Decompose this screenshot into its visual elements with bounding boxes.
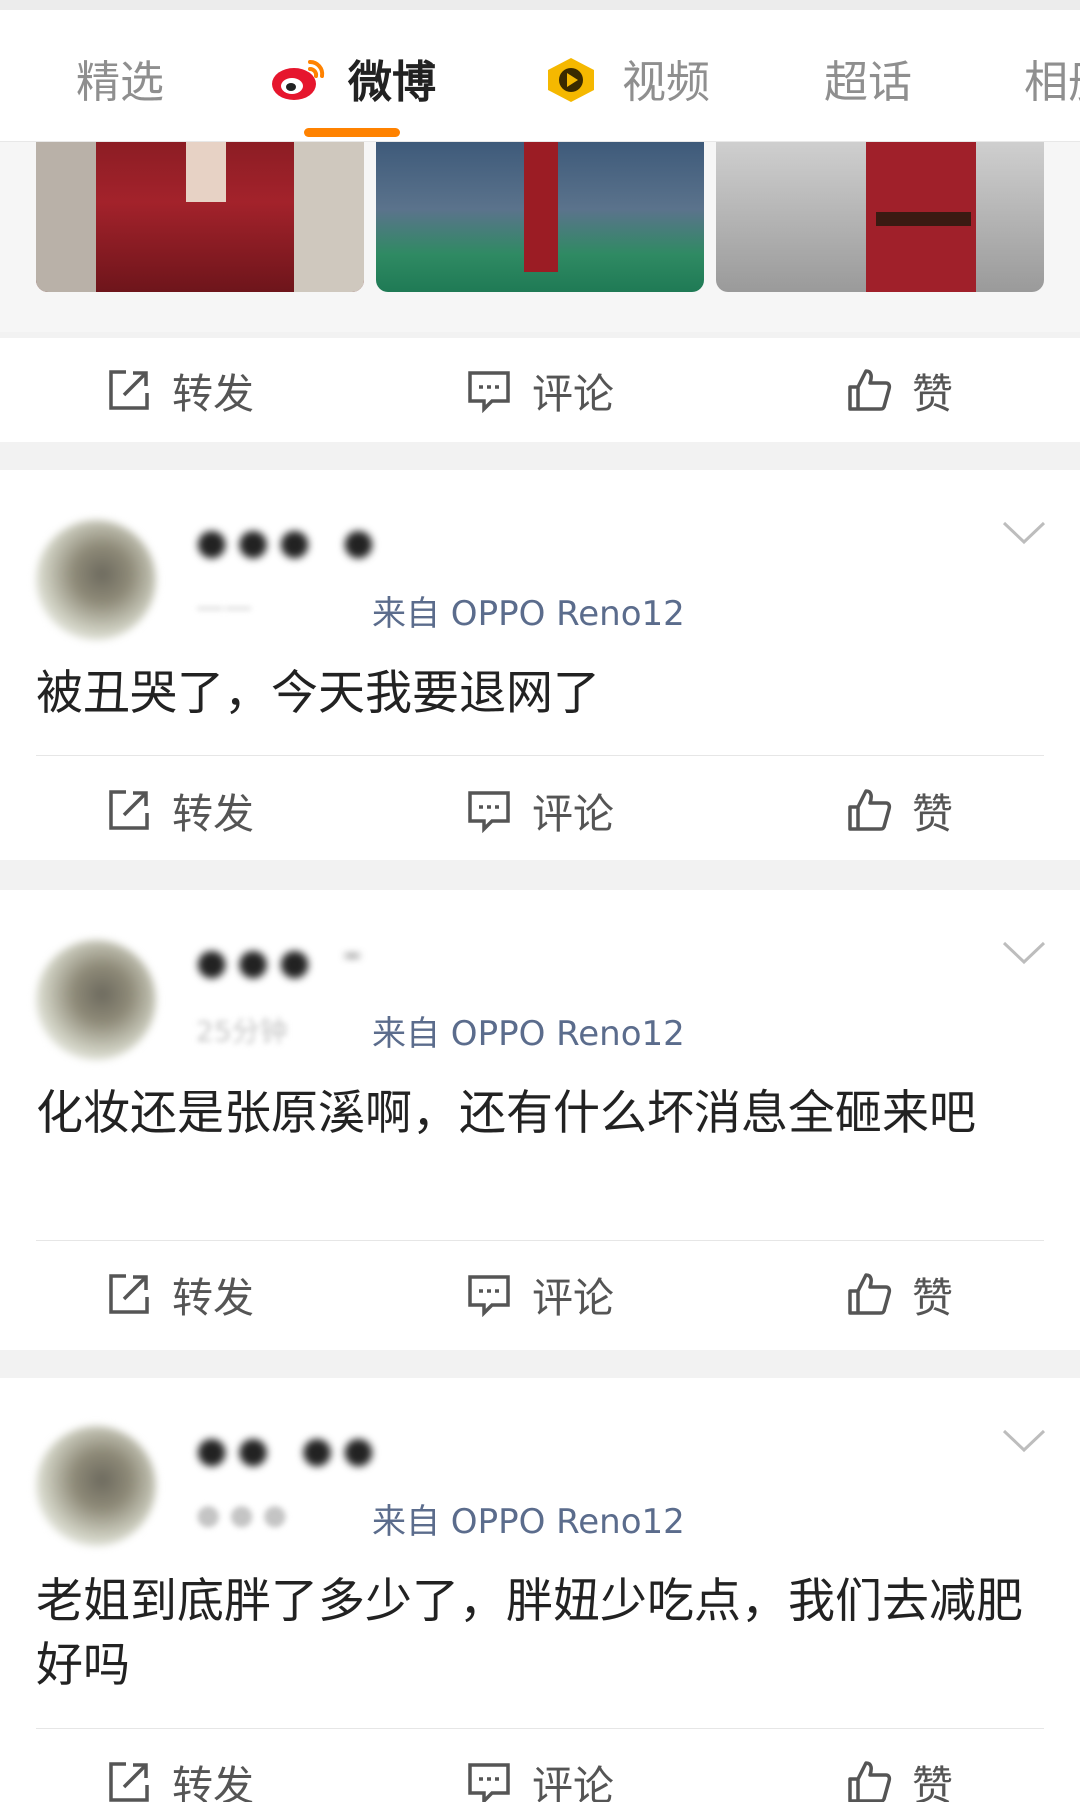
post-text: 老姐到底胖了多少了，胖妞少吃点，我们去减肥好吗 xyxy=(36,1574,1023,1693)
post-action-bar: 转发 评论 赞 xyxy=(0,1730,1080,1802)
post-text: 化妆还是张原溪啊，还有什么坏消息全砸来吧 xyxy=(36,1086,976,1141)
avatar[interactable] xyxy=(36,520,156,640)
user-name[interactable]: ●●● ● xyxy=(196,522,384,563)
tab-featured[interactable]: 精选 xyxy=(76,46,164,110)
weibo-logo-icon xyxy=(272,59,325,100)
comment-label: 评论 xyxy=(532,370,614,418)
divider xyxy=(36,1728,1044,1729)
like-button[interactable]: 赞 xyxy=(846,782,953,838)
like-label: 赞 xyxy=(912,790,953,838)
like-button[interactable]: 赞 xyxy=(846,362,953,418)
post-action-bar: 转发 评论 赞 xyxy=(0,338,1080,442)
repost-icon xyxy=(109,790,149,830)
top-tab-bar: 精选 微博 视频 超话 相册 xyxy=(0,0,1080,142)
divider xyxy=(36,755,1044,756)
tab-super-topic[interactable]: 超话 xyxy=(824,46,912,110)
chevron-down-icon[interactable] xyxy=(1002,940,1046,966)
video-logo-icon xyxy=(548,58,594,102)
like-label: 赞 xyxy=(912,370,953,418)
tab-weibo[interactable]: 微博 xyxy=(348,46,436,110)
repost-label: 转发 xyxy=(172,370,254,418)
like-button[interactable]: 赞 xyxy=(846,1754,953,1802)
repost-icon xyxy=(109,1274,149,1314)
comment-icon xyxy=(468,791,510,833)
comment-label: 评论 xyxy=(532,1762,614,1802)
post-action-bar: 转发 评论 赞 xyxy=(0,758,1080,858)
chevron-down-icon[interactable] xyxy=(1002,520,1046,546)
user-name[interactable]: ●●● ⁻ xyxy=(196,942,372,983)
post-image-1[interactable] xyxy=(36,142,364,292)
comment-label: 评论 xyxy=(532,1274,614,1322)
comment-icon xyxy=(468,1275,510,1317)
avatar[interactable] xyxy=(36,1426,156,1546)
repost-button[interactable]: 转发 xyxy=(106,362,254,418)
post-source-device: 来自 OPPO Reno12 xyxy=(372,1014,685,1054)
post-image-strip xyxy=(0,142,1080,332)
repost-button[interactable]: 转发 xyxy=(106,1266,254,1322)
comment-button[interactable]: 评论 xyxy=(466,1754,614,1802)
comment-button[interactable]: 评论 xyxy=(466,782,614,838)
like-label: 赞 xyxy=(912,1274,953,1322)
post-card: ●●● ⁻ 25分钟 来自 OPPO Reno12 化妆还是张原溪啊，还有什么坏… xyxy=(0,890,1080,1350)
avatar[interactable] xyxy=(36,940,156,1060)
post-time: ● ● ● xyxy=(196,1498,288,1531)
post-card: ●● ●● ● ● ● 来自 OPPO Reno12 老姐到底胖了多少了，胖妞少… xyxy=(0,1378,1080,1802)
comment-button[interactable]: 评论 xyxy=(466,1266,614,1322)
comment-label: 评论 xyxy=(532,790,614,838)
comment-icon xyxy=(468,1763,510,1802)
post-image-2[interactable] xyxy=(376,142,704,292)
user-name[interactable]: ●● ●● xyxy=(196,1430,384,1471)
comment-button[interactable]: 评论 xyxy=(466,362,614,418)
repost-button[interactable]: 转发 xyxy=(106,782,254,838)
chevron-down-icon[interactable] xyxy=(1002,1428,1046,1454)
repost-icon xyxy=(109,370,149,410)
repost-label: 转发 xyxy=(172,790,254,838)
post-source-device: 来自 OPPO Reno12 xyxy=(372,1502,685,1542)
like-button[interactable]: 赞 xyxy=(846,1266,953,1322)
tab-album[interactable]: 相册 xyxy=(1024,46,1080,110)
thumbs-up-icon xyxy=(848,1761,892,1802)
thumbs-up-icon xyxy=(848,789,892,831)
repost-label: 转发 xyxy=(172,1762,254,1802)
post-card: ●●● ● —— 来自 OPPO Reno12 被丑哭了，今天我要退网了 转发 … xyxy=(0,470,1080,860)
comment-icon xyxy=(468,371,510,413)
post-image-3[interactable] xyxy=(716,142,1044,292)
post-time: —— xyxy=(196,590,252,623)
tab-video[interactable]: 视频 xyxy=(622,46,710,110)
repost-label: 转发 xyxy=(172,1274,254,1322)
repost-button[interactable]: 转发 xyxy=(106,1754,254,1802)
post-time: 25分钟 xyxy=(196,1015,288,1048)
repost-icon xyxy=(109,1762,149,1802)
active-tab-indicator xyxy=(304,128,400,137)
thumbs-up-icon xyxy=(848,369,892,411)
post-text: 被丑哭了，今天我要退网了 xyxy=(36,666,600,721)
like-label: 赞 xyxy=(912,1762,953,1802)
post-source-device: 来自 OPPO Reno12 xyxy=(372,594,685,634)
post-action-bar: 转发 评论 赞 xyxy=(0,1242,1080,1346)
thumbs-up-icon xyxy=(848,1273,892,1315)
divider xyxy=(36,1240,1044,1241)
